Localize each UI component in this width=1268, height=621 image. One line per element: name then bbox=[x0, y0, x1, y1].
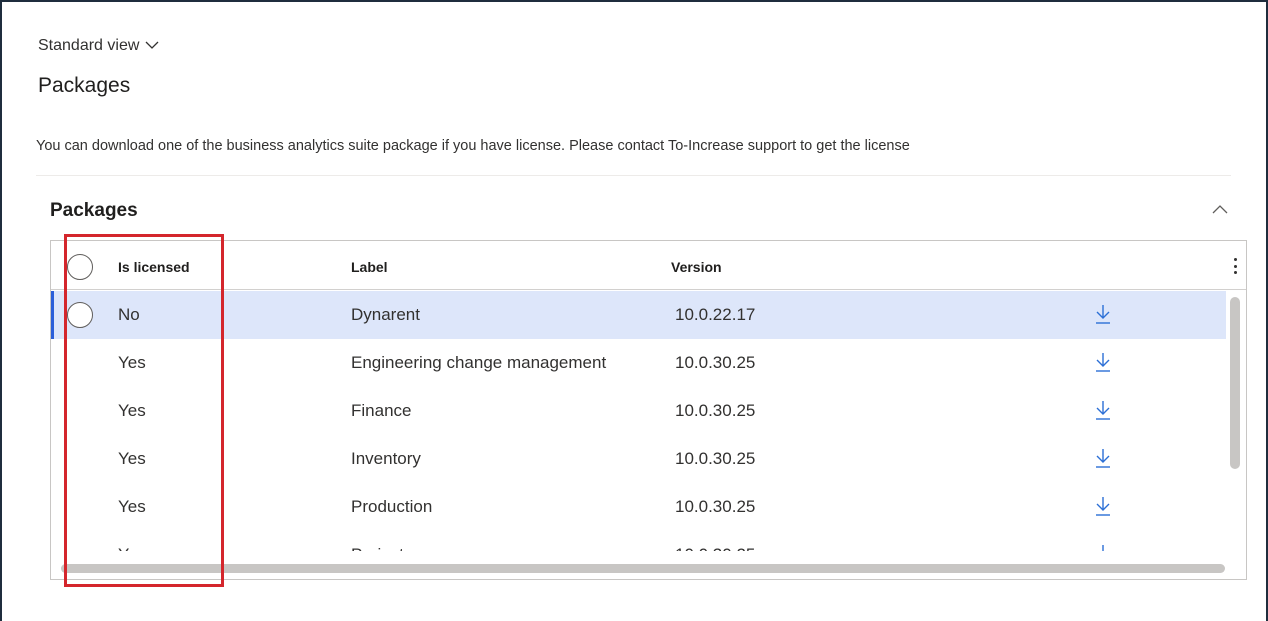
column-header-is-licensed[interactable]: Is licensed bbox=[118, 259, 190, 275]
column-header-label[interactable]: Label bbox=[351, 259, 388, 275]
view-selector[interactable]: Standard view bbox=[38, 37, 159, 55]
cell-is-licensed: Yes bbox=[118, 353, 146, 372]
select-all-checkbox[interactable] bbox=[67, 254, 93, 280]
packages-grid: Is licensed Label Version No Dynarent 10… bbox=[50, 240, 1247, 580]
column-header-version[interactable]: Version bbox=[671, 259, 722, 275]
info-message: You can download one of the business ana… bbox=[36, 138, 910, 154]
chevron-down-icon bbox=[145, 37, 159, 55]
cell-version: 10.0.22.17 bbox=[675, 305, 756, 324]
view-selector-label: Standard view bbox=[38, 37, 140, 54]
cell-label: Engineering change management bbox=[351, 353, 607, 372]
table-row[interactable]: Yes Production 10.0.30.25 bbox=[51, 483, 1226, 531]
row-select-checkbox[interactable] bbox=[67, 302, 93, 328]
cell-is-licensed: Yes bbox=[118, 401, 146, 420]
download-icon[interactable] bbox=[1094, 351, 1112, 373]
cell-is-licensed: Yes bbox=[118, 497, 146, 516]
download-icon[interactable] bbox=[1094, 447, 1112, 469]
cell-is-licensed: Yes bbox=[118, 449, 146, 468]
collapse-section-button[interactable] bbox=[1209, 200, 1231, 220]
table-row[interactable]: No Dynarent 10.0.22.17 bbox=[51, 291, 1226, 339]
grid-options-button[interactable] bbox=[1228, 255, 1242, 277]
table-row[interactable]: Yes Inventory 10.0.30.25 bbox=[51, 435, 1226, 483]
table-row[interactable]: Yes Finance 10.0.30.25 bbox=[51, 387, 1226, 435]
window-frame: Standard view Packages You can download … bbox=[0, 0, 1268, 621]
cell-version: 10.0.30.25 bbox=[675, 449, 756, 468]
chevron-up-icon bbox=[1212, 201, 1228, 219]
download-icon[interactable] bbox=[1094, 399, 1112, 421]
divider bbox=[36, 175, 1231, 176]
cell-is-licensed: No bbox=[118, 305, 140, 324]
cell-label: Production bbox=[351, 497, 433, 516]
table-row[interactable]: Yes Engineering change management 10.0.3… bbox=[51, 339, 1226, 387]
section-title: Packages bbox=[50, 200, 138, 221]
cell-label: Dynarent bbox=[351, 305, 420, 324]
cell-label: Inventory bbox=[351, 449, 421, 468]
page-title: Packages bbox=[38, 74, 131, 97]
cell-label: Finance bbox=[351, 401, 412, 420]
cell-version: 10.0.30.25 bbox=[675, 353, 756, 372]
vertical-scrollbar[interactable] bbox=[1230, 297, 1240, 469]
download-icon[interactable] bbox=[1094, 495, 1112, 517]
grid-header: Is licensed Label Version bbox=[51, 241, 1246, 290]
horizontal-scrollbar[interactable] bbox=[61, 564, 1225, 573]
cell-version: 10.0.30.25 bbox=[675, 401, 756, 420]
download-icon[interactable] bbox=[1094, 303, 1112, 325]
cell-version: 10.0.30.25 bbox=[675, 497, 756, 516]
